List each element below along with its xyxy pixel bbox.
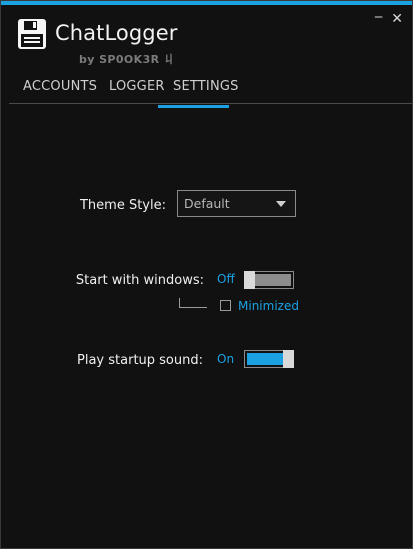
theme-style-select[interactable]: Default [177, 190, 296, 217]
title-bar[interactable]: ChatLogger by SP0OK3R 丩 ‒ ✕ [1, 5, 412, 69]
minimized-label[interactable]: Minimized [238, 299, 299, 313]
app-window: ChatLogger by SP0OK3R 丩 ‒ ✕ ACCOUNTS LOG… [0, 0, 413, 549]
toggle-track [255, 274, 291, 286]
toggle-thumb [283, 350, 294, 368]
app-title: ChatLogger [55, 21, 178, 45]
start-with-windows-toggle[interactable] [244, 271, 294, 289]
tab-divider [9, 103, 412, 104]
toggle-track [247, 353, 283, 365]
close-button[interactable]: ✕ [391, 11, 403, 27]
floppy-disk-icon [18, 19, 46, 49]
minimize-button[interactable]: ‒ [374, 9, 383, 25]
tab-accounts[interactable]: ACCOUNTS [23, 77, 97, 105]
start-with-windows-label: Start with windows: [75, 273, 204, 288]
author-byline: by SP0OK3R 丩 [79, 53, 176, 66]
indent-connector [179, 298, 207, 308]
theme-style-value: Default [184, 196, 230, 211]
toggle-thumb [244, 271, 255, 289]
tab-logger[interactable]: LOGGER [109, 77, 165, 105]
play-startup-sound-label: Play startup sound: [77, 353, 203, 368]
start-with-windows-state: Off [217, 272, 235, 286]
play-startup-sound-toggle[interactable] [244, 350, 294, 368]
play-startup-sound-state: On [217, 352, 235, 366]
minimized-checkbox[interactable] [220, 300, 231, 311]
theme-style-label: Theme Style: [79, 198, 166, 213]
chevron-down-icon [276, 201, 286, 207]
